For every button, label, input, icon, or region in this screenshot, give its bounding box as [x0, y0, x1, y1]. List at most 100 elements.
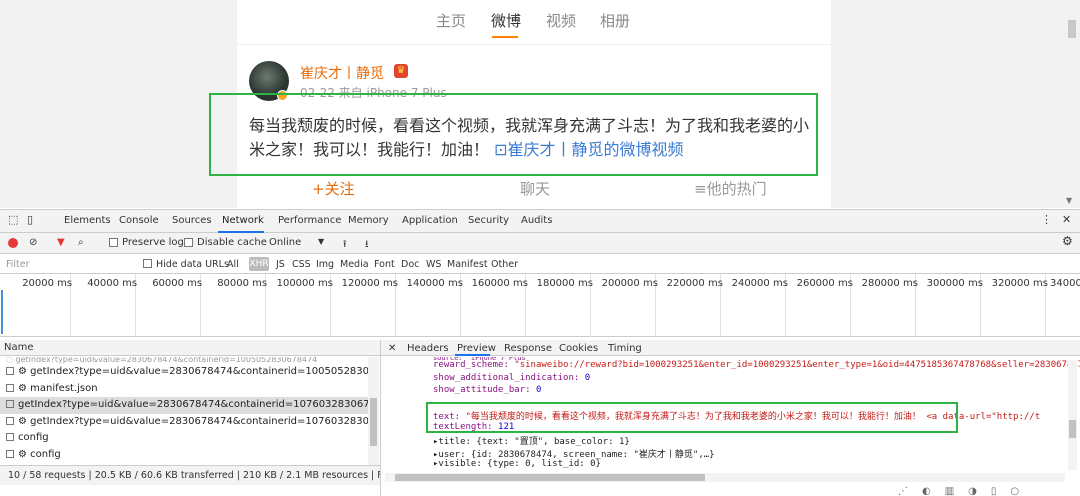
hide-data-urls-label: Hide data URLs [156, 259, 229, 270]
tab-audits[interactable]: Audits [521, 215, 552, 226]
timeline-tick-label: 200000 ms [601, 278, 658, 289]
json-key: reward_scheme: [433, 360, 509, 370]
request-list-scrollbar-thumb[interactable] [370, 398, 377, 446]
tab-cookies[interactable]: Cookies [559, 343, 598, 354]
request-row-gear-icon: ⚙ [18, 415, 31, 427]
record-icon[interactable] [8, 238, 18, 248]
request-row-checkbox [6, 367, 14, 375]
filter-type-media[interactable]: Media [340, 259, 369, 270]
request-row-checkbox [6, 433, 14, 441]
preview-line-visible[interactable]: ▸visible: {type: 0, list_id: 0} [433, 459, 601, 469]
page-scrollbar-thumb[interactable] [1068, 20, 1076, 38]
filter-type-font[interactable]: Font [374, 259, 395, 270]
json-value: "sinaweibo://reward?bid=1000293251&enter… [514, 360, 1080, 370]
tab-performance[interactable]: Performance [278, 215, 341, 226]
panel-divider[interactable] [380, 340, 381, 496]
timeline-tick-label: 300000 ms [926, 278, 983, 289]
tab-security[interactable]: Security [468, 215, 509, 226]
timeline-bar [1, 290, 3, 334]
tab-albums[interactable]: 相册 [600, 10, 630, 31]
active-tab-indicator [492, 36, 518, 38]
hide-data-urls-checkbox[interactable] [143, 259, 152, 268]
request-row[interactable]: ⚙ getIndex?type=uid&value=2830678474&con… [0, 414, 368, 431]
request-row-checkbox [6, 383, 14, 392]
filter-type-all[interactable]: All [227, 259, 239, 270]
preview-scrollbar-thumb[interactable] [1069, 420, 1076, 438]
request-row-selected[interactable]: getIndex?type=uid&value=2830678474&conta… [0, 397, 368, 414]
request-row-checkbox [6, 416, 14, 425]
disable-cache-label: Disable cache [197, 237, 267, 248]
tab-videos[interactable]: 视频 [546, 10, 576, 31]
request-row-gear-icon: ⚙ [18, 382, 31, 394]
timeline-tick-label: 120000 ms [341, 278, 398, 289]
system-tray-icons: ⋰◐▥◑▯○ [898, 486, 1034, 496]
tab-headers[interactable]: Headers [407, 343, 449, 354]
filter-icon[interactable]: ▼ [57, 237, 65, 248]
follow-button[interactable]: +关注 [312, 178, 355, 199]
device-toolbar-icon[interactable]: ▯ [27, 213, 33, 226]
throttle-select[interactable]: Online [269, 237, 301, 248]
timeline-tick-label: 220000 ms [666, 278, 723, 289]
chat-button[interactable]: 聊天 [520, 178, 550, 199]
more-menu-icon[interactable]: ⋮ [1041, 213, 1052, 226]
settings-gear-icon[interactable]: ⚙ [1062, 234, 1073, 248]
request-row[interactable]: ⚙ getIndex?type=uid&value=2830678474&con… [0, 364, 368, 381]
tab-elements[interactable]: Elements [64, 215, 111, 226]
timeline-tick-label: 60000 ms [152, 278, 203, 289]
preview-line-title[interactable]: ▸title: {text: "置顶", base_color: 1} [433, 434, 630, 447]
tab-preview[interactable]: Preview [457, 343, 496, 354]
tab-home[interactable]: 主页 [436, 10, 466, 31]
tab-weibo[interactable]: 微博 [491, 10, 521, 31]
tab-timing[interactable]: Timing [608, 343, 642, 354]
user-name-link[interactable]: 崔庆才丨静觅 [300, 63, 384, 83]
preview-scrollbar[interactable] [1068, 360, 1077, 470]
filter-type-xhr[interactable]: XHR [249, 257, 269, 271]
preview-line-additional: show_additional_indication: 0 [433, 373, 590, 383]
chevron-down-icon[interactable]: ▼ [318, 237, 324, 246]
preview-horizontal-scrollbar-thumb[interactable] [395, 474, 705, 481]
tab-application[interactable]: Application [402, 215, 458, 226]
timeline-tick-label: 320000 ms [991, 278, 1048, 289]
highlight-box [209, 93, 818, 176]
tab-memory[interactable]: Memory [348, 215, 389, 226]
filter-type-manifest[interactable]: Manifest [447, 259, 488, 270]
tab-sources[interactable]: Sources [172, 215, 212, 226]
request-row-checkbox [6, 449, 14, 458]
partial-row: ◌ getIndex?type=uid&value=2830678474&con… [6, 357, 318, 364]
preserve-log-checkbox[interactable] [109, 238, 118, 247]
request-row-name: config [30, 448, 61, 460]
filter-input[interactable]: Filter [6, 259, 30, 270]
tab-network[interactable]: Network [222, 215, 264, 226]
disable-cache-checkbox[interactable] [184, 238, 193, 247]
clear-icon[interactable]: ⊘ [29, 237, 37, 248]
filter-type-ws[interactable]: WS [426, 259, 441, 270]
tab-console[interactable]: Console [119, 215, 159, 226]
timeline-tick-label: 260000 ms [796, 278, 853, 289]
name-column-header[interactable]: Name [0, 340, 380, 356]
scroll-down-arrow-icon[interactable]: ▼ [1066, 196, 1072, 205]
filter-type-img[interactable]: Img [316, 259, 334, 270]
filter-type-other[interactable]: Other [491, 259, 518, 270]
request-row[interactable]: config [0, 430, 368, 447]
close-preview-icon[interactable]: ✕ [388, 343, 396, 354]
timeline-tick-label: 40000 ms [87, 278, 138, 289]
tab-response[interactable]: Response [504, 343, 552, 354]
filter-type-js[interactable]: JS [276, 259, 285, 270]
search-icon[interactable]: ⌕ [78, 237, 84, 248]
close-devtools-icon[interactable]: ✕ [1062, 213, 1071, 226]
json-value: 0 [584, 373, 591, 383]
inspect-icon[interactable]: ⬚ [8, 213, 18, 226]
active-preview-tab-indicator [455, 354, 490, 356]
filter-type-css[interactable]: CSS [292, 259, 311, 270]
json-key: show_attitude_bar: [433, 385, 531, 395]
timeline-tick-label: 20000 ms [22, 278, 73, 289]
request-row[interactable]: ⚙ manifest.json [0, 381, 368, 398]
import-har-icon[interactable]: ⭱ [343, 237, 347, 254]
timeline-tick-label: 180000 ms [536, 278, 593, 289]
hot-posts-button[interactable]: ≡他的热门 [694, 178, 767, 199]
request-row-name: config [18, 432, 49, 443]
export-har-icon[interactable]: ⭳ [365, 237, 369, 254]
request-row[interactable]: ⚙ config [0, 447, 368, 464]
filter-type-doc[interactable]: Doc [401, 259, 419, 270]
timeline-tick-label: 34000 [1050, 278, 1080, 289]
